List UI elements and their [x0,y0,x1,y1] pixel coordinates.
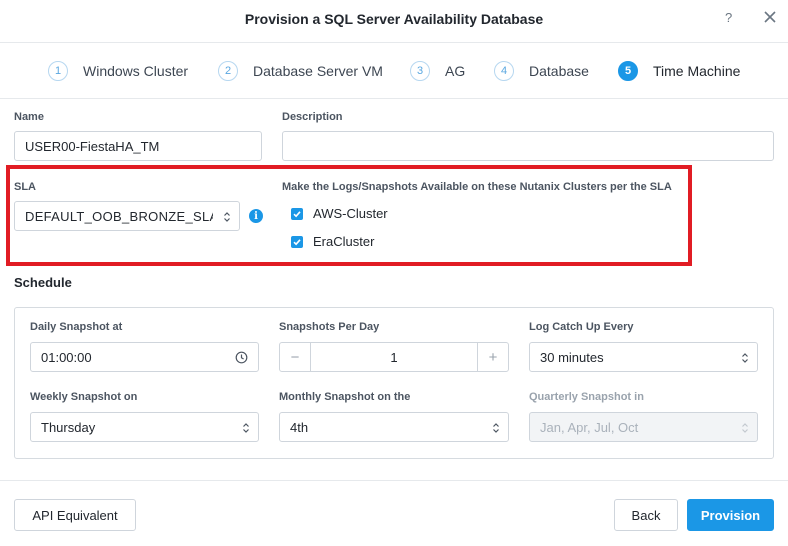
snapshots-per-day-value[interactable]: 1 [310,343,478,371]
quarterly-snapshot-select: Jan, Apr, Jul, Oct [529,412,758,442]
daily-snapshot-input[interactable]: 01:00:00 [30,342,259,372]
step-windows-cluster[interactable]: 1 Windows Cluster [48,60,188,82]
daily-snapshot-value: 01:00:00 [41,349,92,365]
wizard-steps: 1 Windows Cluster 2 Database Server VM 3… [0,56,788,86]
step-number: 3 [410,61,430,81]
schedule-title: Schedule [14,275,72,290]
weekly-snapshot-label: Weekly Snapshot on [30,391,138,403]
log-catch-up-value: 30 minutes [540,349,604,365]
name-input[interactable]: USER00-FiestaHA_TM [14,131,262,161]
monthly-snapshot-value: 4th [290,419,309,435]
snapshots-per-day-stepper: − 1 + [279,342,509,372]
step-number: 2 [218,61,238,81]
select-caret-icon [493,423,499,433]
weekly-snapshot-select[interactable]: Thursday [30,412,259,442]
step-label: Database [529,63,589,79]
weekly-snapshot-value: Thursday [41,419,96,435]
log-catch-up-select[interactable]: 30 minutes [529,342,758,372]
provision-button[interactable]: Provision [687,499,774,531]
step-database[interactable]: 4 Database [494,60,589,82]
description-input[interactable] [282,131,774,161]
snapshots-per-day-label: Snapshots Per Day [279,321,380,333]
step-label: Database Server VM [253,63,383,79]
step-database-server-vm[interactable]: 2 Database Server VM [218,60,383,82]
description-label: Description [282,111,343,123]
select-caret-icon [742,423,748,433]
footer-divider [0,480,788,481]
monthly-snapshot-label: Monthly Snapshot on the [279,391,411,403]
step-time-machine[interactable]: 5 Time Machine [618,60,740,82]
quarterly-snapshot-value: Jan, Apr, Jul, Oct [540,419,639,435]
steps-divider [0,98,788,99]
step-number: 4 [494,61,514,81]
help-icon[interactable]: ? [725,10,732,25]
select-caret-icon [243,423,249,433]
step-label: Time Machine [653,63,741,79]
highlight-box [6,165,692,266]
back-button[interactable]: Back [614,499,678,531]
name-label: Name [14,111,44,123]
monthly-snapshot-select[interactable]: 4th [279,412,509,442]
step-number: 1 [48,61,68,81]
clock-icon[interactable] [235,351,248,364]
daily-snapshot-label: Daily Snapshot at [30,321,123,333]
step-label: Windows Cluster [83,63,189,79]
close-icon[interactable] [762,9,778,25]
dialog-title: Provision a SQL Server Availability Data… [244,11,544,27]
step-label: AG [445,63,466,79]
dialog-header: Provision a SQL Server Availability Data… [0,0,788,43]
decrement-button[interactable]: − [280,343,310,371]
select-caret-icon [742,353,748,363]
quarterly-snapshot-label: Quarterly Snapshot in [529,391,644,403]
log-catch-up-label: Log Catch Up Every [529,321,634,333]
api-equivalent-button[interactable]: API Equivalent [14,499,136,531]
increment-button[interactable]: + [478,343,508,371]
step-number: 5 [618,61,638,81]
step-ag[interactable]: 3 AG [410,60,465,82]
